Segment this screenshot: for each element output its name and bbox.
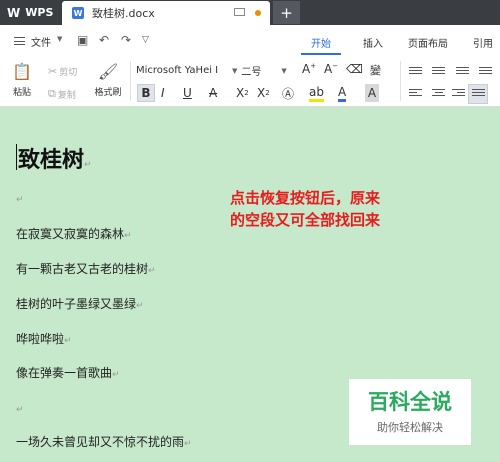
paragraph-mark: ↵	[112, 370, 120, 380]
scissors-icon: ✂	[48, 65, 58, 78]
char-shading-icon[interactable]: A	[365, 84, 379, 102]
copy-icon: ⧉	[48, 87, 56, 100]
annotation-line: 的空段又可全部找回来	[229, 211, 380, 229]
tab-references[interactable]: 引用	[473, 35, 493, 50]
increase-indent-icon[interactable]	[479, 67, 492, 78]
title-bar: W WPS W 致桂树.docx +	[0, 0, 500, 25]
strikethrough-button[interactable]: A	[209, 84, 217, 102]
chevron-down-icon[interactable]: ▼	[57, 35, 62, 43]
document-canvas[interactable]: 致桂树↵ ↵ 在寂寞又寂寞的森林↵ 有一颗古老又古老的桂树↵ 桂树的叶子墨绿又墨…	[0, 107, 500, 462]
bold-button[interactable]: B	[137, 84, 155, 102]
annotation-line: 点击恢复按钮后，原来	[229, 189, 380, 207]
format-painter-icon: 🖌	[97, 62, 119, 81]
undo-icon[interactable]: ↶	[99, 33, 109, 47]
numbered-list-icon[interactable]	[432, 67, 445, 78]
paragraph[interactable]: 有一颗古老又古老的桂树↵	[16, 260, 156, 277]
clear-format-icon[interactable]: ⌫	[346, 62, 363, 76]
font-name-select[interactable]: Microsoft YaHei I ▼ 二号 ▼	[136, 62, 296, 79]
word-doc-icon: W	[72, 7, 84, 19]
paragraph[interactable]: 一场久未曾见却又不惊不扰的雨↵	[16, 433, 192, 450]
paragraph-mark: ↵	[148, 266, 156, 276]
active-tab-indicator	[301, 53, 341, 55]
text-cursor	[16, 144, 17, 170]
paragraph-text: 有一颗古老又古老的桂树	[16, 262, 149, 276]
align-left-icon[interactable]	[409, 89, 422, 100]
bullet-list-icon[interactable]	[409, 67, 422, 78]
paragraph[interactable]: 哗啦哗啦↵	[16, 330, 72, 347]
document-tab-title: 致桂树.docx	[92, 7, 155, 20]
italic-button[interactable]: I	[161, 84, 165, 102]
paste-button[interactable]: 📋 粘贴	[8, 61, 36, 98]
toolbar-divider	[130, 61, 131, 101]
new-tab-button[interactable]: +	[273, 1, 300, 24]
empty-paragraph-mark: ↵	[16, 405, 24, 415]
cut-button[interactable]: ✂ 剪切	[48, 65, 77, 78]
file-menu[interactable]: 文件	[31, 34, 51, 49]
document-title-text: 致桂树	[18, 148, 85, 173]
empty-paragraph-mark: ↵	[16, 195, 24, 205]
app-name: WPS	[25, 6, 54, 19]
document-title[interactable]: 致桂树↵	[18, 142, 92, 174]
watermark-logo: 百科全说 助你轻松解决	[349, 379, 471, 445]
wps-logo[interactable]: W WPS	[0, 0, 60, 25]
highlight-icon[interactable]: ab	[309, 84, 324, 102]
copy-label: 复制	[57, 90, 76, 101]
paragraph[interactable]: 桂树的叶子墨绿又墨绿↵	[16, 295, 144, 312]
justify-icon[interactable]	[472, 89, 485, 100]
save-icon[interactable]: ▣	[77, 33, 88, 47]
decrease-indent-icon[interactable]	[456, 67, 469, 78]
paste-label: 粘贴	[12, 88, 31, 98]
superscript-button[interactable]: X2	[236, 84, 249, 102]
pinyin-guide-button[interactable]: 變	[370, 62, 381, 78]
text-effect-button[interactable]: Ⓐ	[282, 84, 294, 102]
paragraph-mark: ↵	[184, 439, 192, 449]
underline-button[interactable]: U	[183, 84, 192, 102]
align-right-icon[interactable]	[452, 89, 465, 100]
hamburger-menu-icon[interactable]	[14, 37, 25, 45]
paragraph-text: 桂树的叶子墨绿又墨绿	[16, 297, 137, 311]
toolbar-divider	[400, 61, 401, 101]
monitor-icon[interactable]	[234, 8, 245, 16]
watermark-title: 百科全说	[368, 390, 452, 414]
paragraph[interactable]: 像在弹奏一首歌曲↵	[16, 364, 120, 381]
format-painter-label: 格式刷	[94, 88, 122, 98]
document-tab[interactable]: W 致桂树.docx	[62, 1, 270, 25]
tab-page-layout[interactable]: 页面布局	[408, 35, 448, 50]
copy-button[interactable]: ⧉ 复制	[48, 87, 76, 101]
home-toolbar: 📋 粘贴 ✂ 剪切 ⧉ 复制 🖌 格式刷 Microsoft YaHei I ▼…	[0, 57, 500, 107]
paragraph-mark: ↵	[136, 301, 144, 311]
tab-home[interactable]: 开始	[311, 35, 331, 50]
paragraph-mark: ↵	[64, 336, 72, 346]
format-painter-button[interactable]: 🖌 格式刷	[92, 61, 124, 98]
quick-access-more-icon[interactable]: ▽	[142, 35, 149, 45]
watermark-subtitle: 助你轻松解决	[377, 421, 443, 434]
menu-bar: 文件 ▼ ▣ ↶ ↷ ▽ 开始 插入 页面布局 引用	[0, 25, 500, 57]
font-size-value[interactable]: 二号	[241, 63, 281, 78]
paragraph-mark: ↵	[84, 160, 92, 170]
font-color-icon[interactable]: A	[338, 84, 347, 102]
subscript-button[interactable]: X2	[257, 84, 270, 102]
paragraph-text: 一场久未曾见却又不惊不扰的雨	[16, 435, 185, 449]
font-name-value: Microsoft YaHei I	[136, 65, 219, 76]
cut-label: 剪切	[59, 68, 78, 78]
paragraph-text: 像在弹奏一首歌曲	[16, 366, 113, 380]
paragraph-mark: ↵	[124, 231, 132, 241]
chevron-down-icon: ▼	[232, 66, 238, 75]
wps-logo-icon: W	[7, 5, 21, 20]
paragraph-text: 在寂寞又寂寞的森林	[16, 227, 125, 241]
clipboard-icon: 📋	[12, 62, 32, 81]
redo-icon[interactable]: ↷	[121, 33, 131, 47]
increase-font-size-button[interactable]: A+	[302, 62, 316, 76]
align-center-icon[interactable]	[432, 89, 445, 100]
decrease-font-size-button[interactable]: A−	[324, 62, 338, 76]
paragraph-text: 哗啦哗啦	[16, 332, 65, 346]
tab-insert[interactable]: 插入	[363, 35, 383, 50]
instruction-annotation: 点击恢复按钮后，原来 的空段又可全部找回来	[207, 187, 403, 231]
chevron-down-icon: ▼	[281, 66, 287, 75]
unsaved-dot-icon[interactable]	[255, 10, 261, 16]
paragraph[interactable]: 在寂寞又寂寞的森林↵	[16, 225, 132, 242]
